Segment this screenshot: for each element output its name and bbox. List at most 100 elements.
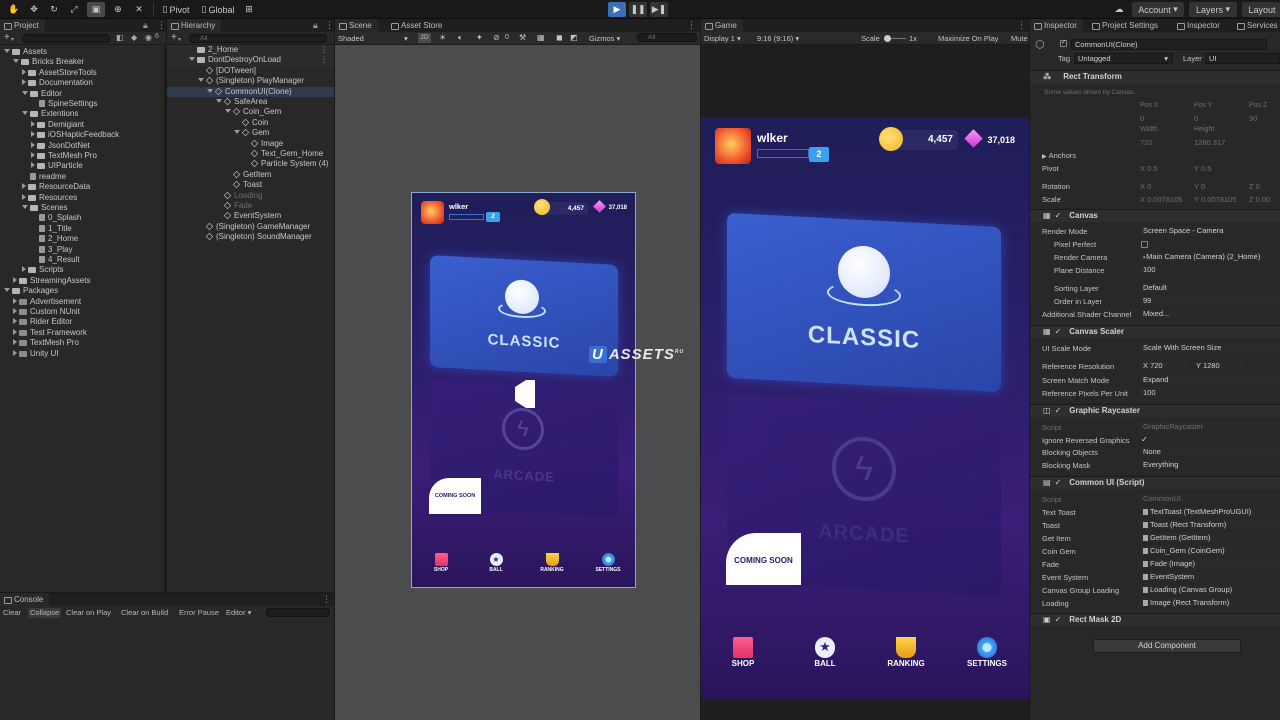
common-ui-prop-value[interactable]: EventSystem xyxy=(1140,572,1280,581)
add-component-button[interactable]: Add Component xyxy=(1093,639,1241,653)
blocking-objects-dropdown[interactable]: None xyxy=(1140,447,1280,456)
scale-slider[interactable] xyxy=(884,38,906,39)
game-canvas[interactable]: wlker 2 4,457 37,018 CLASSIC ϟ ARCADE CO… xyxy=(701,117,1029,699)
hierarchy-item[interactable]: Particle System (4) xyxy=(167,159,334,169)
hierarchy-item[interactable]: GetItem xyxy=(167,170,334,180)
mute-toggle[interactable]: Mute xyxy=(1011,34,1028,43)
hierarchy-item[interactable]: Fade xyxy=(167,201,334,211)
screen-match-mode-dropdown[interactable]: Expand xyxy=(1140,375,1280,384)
chevron-icon[interactable] xyxy=(13,59,19,63)
project-item[interactable]: Test Framework xyxy=(13,328,87,338)
project-item[interactable]: SpineSettings xyxy=(31,99,97,109)
chevron-icon[interactable] xyxy=(13,298,17,304)
scene-view[interactable]: Scene Asset Store ⋮ Shaded▾ 2D ☀ 🔈︎ ✦ ⊘ … xyxy=(335,19,700,720)
rect-transform-header[interactable]: ⁂Rect Transform xyxy=(1030,70,1280,83)
reference-resolution-x[interactable]: X 720 xyxy=(1140,361,1190,370)
chevron-icon[interactable] xyxy=(13,329,17,335)
custom-tool-icon[interactable]: ✕ xyxy=(131,2,147,17)
chevron-icon[interactable] xyxy=(31,162,35,168)
tab-asset-store[interactable]: Asset Store xyxy=(387,19,448,32)
canvas-prop-value[interactable]: 100 xyxy=(1140,265,1280,274)
ui-scale-mode-dropdown[interactable]: Scale With Screen Size xyxy=(1140,343,1280,352)
project-item[interactable]: 4_Result xyxy=(31,255,80,265)
console-button-3[interactable]: Clear on Build xyxy=(121,608,168,618)
chevron-icon[interactable] xyxy=(31,142,35,148)
canvas-prop-value[interactable]: 99 xyxy=(1140,296,1280,305)
project-item[interactable]: 1_Title xyxy=(31,224,72,234)
scene-search-input[interactable]: All xyxy=(637,33,697,42)
project-item[interactable]: JsonDotNet xyxy=(31,141,90,151)
play-button[interactable]: ▶ xyxy=(608,2,626,17)
pixels-per-unit-field[interactable]: 100 xyxy=(1140,388,1280,397)
move-tool-icon[interactable]: ✥ xyxy=(26,2,42,17)
scale-slider-thumb[interactable] xyxy=(884,35,891,42)
canvas-scaler-checkbox[interactable]: ✓ xyxy=(1055,327,1062,336)
chevron-icon[interactable] xyxy=(22,79,26,85)
chevron-icon[interactable] xyxy=(234,130,240,134)
chevron-icon[interactable] xyxy=(225,109,231,113)
audio-icon[interactable]: 🔈︎ xyxy=(458,33,463,43)
nav-settings-button[interactable]: SETTINGS xyxy=(598,553,618,584)
canvas-enabled-checkbox[interactable]: ✓ xyxy=(1055,211,1062,220)
pause-button[interactable]: ❚❚ xyxy=(629,2,647,17)
inspector-tab-1[interactable]: Project Settings xyxy=(1088,19,1164,32)
shading-dropdown[interactable]: Shaded▾ xyxy=(338,34,364,43)
pixel-perfect-checkbox[interactable] xyxy=(1141,241,1148,248)
canvas-prop-value[interactable]: Screen Space - Camera xyxy=(1140,226,1280,235)
tab-project[interactable]: Project xyxy=(0,19,45,32)
common-ui-prop-value[interactable]: Toast (Rect Transform) xyxy=(1140,520,1280,529)
tab-hierarchy[interactable]: Hierarchy xyxy=(167,19,221,32)
chevron-icon[interactable] xyxy=(22,183,26,189)
scale-y-field[interactable]: Y 0.0078105 xyxy=(1194,195,1236,204)
nav-settings-button[interactable]: SETTINGS xyxy=(971,637,1003,683)
scale-z-field[interactable]: Z 0.00 xyxy=(1249,195,1270,204)
chevron-icon[interactable] xyxy=(31,121,35,127)
step-button[interactable]: ▶❚ xyxy=(650,2,668,17)
transform-tool-icon[interactable]: ⊕ xyxy=(110,2,126,17)
active-checkbox[interactable]: ✓ xyxy=(1060,40,1067,47)
chevron-icon[interactable] xyxy=(13,277,17,283)
project-item[interactable]: Editor xyxy=(22,89,62,99)
project-item[interactable]: ResourceData xyxy=(22,182,90,192)
chevron-icon[interactable] xyxy=(13,318,17,324)
project-item[interactable]: Demigiant xyxy=(31,120,84,130)
chevron-icon[interactable] xyxy=(216,99,222,103)
chevron-down-icon[interactable]: ▾ xyxy=(11,36,14,43)
hierarchy-item[interactable]: Text_Gem_Home xyxy=(167,149,334,159)
console-button-4[interactable]: Error Pause xyxy=(179,608,219,618)
hierarchy-item[interactable]: (Singleton) PlayManager xyxy=(167,76,334,86)
layout-dropdown[interactable]: Layout xyxy=(1242,2,1280,17)
project-item[interactable]: Custom NUnit xyxy=(13,307,80,317)
kebab-menu-icon[interactable]: ⋮ xyxy=(1017,20,1026,31)
nav-ranking-button[interactable]: RANKING xyxy=(542,553,562,584)
kebab-menu-icon[interactable]: ⋮ xyxy=(325,20,334,31)
graphic-raycaster-header[interactable]: ◫✓Graphic Raycaster xyxy=(1030,404,1280,417)
project-item[interactable]: iOSHapticFeedback xyxy=(31,130,119,140)
common-ui-prop-value[interactable]: TextToast (TextMeshProUGUI) xyxy=(1140,507,1280,516)
hierarchy-item[interactable]: Toast xyxy=(167,180,334,190)
chevron-icon[interactable] xyxy=(22,91,28,95)
global-toggle[interactable]: ▯Global xyxy=(199,2,237,17)
console-search-input[interactable] xyxy=(266,608,330,617)
game-view[interactable]: Game ⋮ Display 1 ▾ 9:16 (9:16) ▾ Scale 1… xyxy=(701,19,1029,720)
scale-tool-icon[interactable]: ⤢ xyxy=(66,2,82,17)
console-button-0[interactable]: Clear xyxy=(3,608,21,618)
scene-canvas-preview[interactable]: wlker 2 4,457 37,018 CLASSIC ϟ ARCADE CO… xyxy=(411,192,636,588)
nav-shop-button[interactable]: SHOP xyxy=(431,553,451,584)
hierarchy-item[interactable]: EventSystem xyxy=(167,211,334,221)
hierarchy-item[interactable]: Coin xyxy=(167,118,334,128)
rect-tool-icon[interactable]: ▣ xyxy=(87,2,105,17)
console-button-1[interactable]: Collapse xyxy=(28,608,61,618)
common-ui-prop-value[interactable]: Coin_Gem (CoinGem) xyxy=(1140,546,1280,555)
canvas-prop-value[interactable]: ▪Main Camera (Camera) (2_Home) xyxy=(1140,252,1280,261)
chevron-icon[interactable] xyxy=(4,49,10,53)
project-item[interactable]: UIParticle xyxy=(31,161,83,171)
anchors-foldout[interactable]: ▶Anchors xyxy=(1042,151,1076,160)
common-ui-checkbox[interactable]: ✓ xyxy=(1055,478,1062,487)
rotation-y-field[interactable]: Y 0 xyxy=(1194,182,1205,191)
gizmos-dropdown[interactable]: Gizmos ▾ xyxy=(589,34,620,43)
filter-type-icon[interactable]: ◧ xyxy=(116,33,124,42)
console-button-2[interactable]: Clear on Play xyxy=(66,608,111,618)
kebab-menu-icon[interactable]: ⋮ xyxy=(322,594,331,605)
inspector-tab-3[interactable]: Services xyxy=(1233,19,1280,32)
